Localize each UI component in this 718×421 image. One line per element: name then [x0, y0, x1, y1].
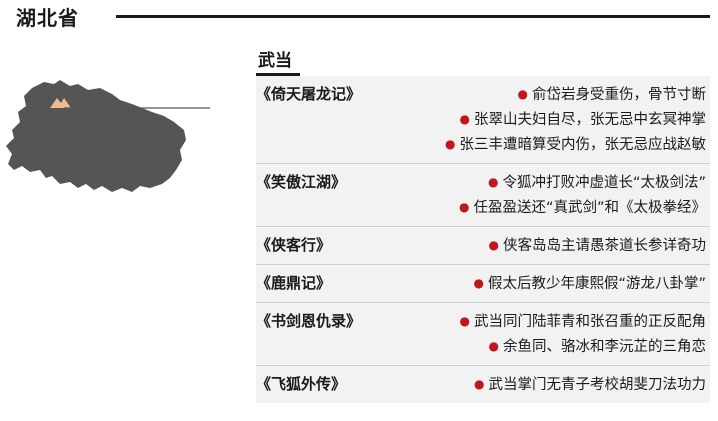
book-row: 《倚天屠龙记》 ● 俞岱岩身受重伤，骨节寸断 ● 张翠山夫妇自尽，张无忌中玄冥神掌 …	[256, 76, 710, 164]
book-title: 《倚天屠龙记》	[256, 85, 362, 103]
event-text: 武当同门陆菲青和张召重的正反配角	[474, 314, 706, 330]
book-row: 《飞狐外传》 ● 武当掌门无青子考校胡斐刀法功力	[256, 366, 710, 403]
event-item: ● 任盈盈送还“真武剑”和《太极拳经》	[459, 195, 706, 220]
event-item: ● 令狐冲打败冲虚道长“太极剑法”	[459, 170, 706, 195]
event-text: 张翠山夫妇自尽，张无忌中玄冥神掌	[474, 112, 706, 128]
event-item: ● 俞岱岩身受重伤，骨节寸断	[445, 82, 706, 107]
book-title: 《鹿鼎记》	[256, 274, 332, 292]
event-text: 武当掌门无青子考校胡斐刀法功力	[488, 377, 707, 393]
event-item: ● 余鱼同、骆冰和李沅芷的三角恋	[460, 334, 706, 359]
bullet-icon: ●	[517, 87, 528, 101]
event-list: ● 令狐冲打败冲虚道长“太极剑法” ● 任盈盈送还“真武剑”和《太极拳经》	[459, 170, 706, 220]
title-rule	[116, 15, 710, 18]
event-text: 任盈盈送还“真武剑”和《太极拳经》	[473, 200, 706, 216]
book-list: 《倚天屠龙记》 ● 俞岱岩身受重伤，骨节寸断 ● 张翠山夫妇自尽，张无忌中玄冥神掌 …	[256, 76, 710, 403]
bullet-icon: ●	[488, 339, 499, 353]
event-list: ● 武当掌门无青子考校胡斐刀法功力	[474, 372, 706, 397]
province-title: 湖北省	[16, 6, 79, 30]
event-text: 侠客岛岛主请愚茶道长参详奇功	[503, 238, 706, 254]
bullet-icon: ●	[445, 137, 456, 151]
book-title: 《笑傲江湖》	[256, 173, 347, 191]
hubei-map	[6, 80, 210, 192]
section-title: 武当	[258, 51, 292, 71]
event-item: ● 武当同门陆菲青和张召重的正反配角	[460, 309, 706, 334]
event-text: 令狐冲打败冲虚道长“太极剑法”	[502, 175, 706, 191]
event-item: ● 张翠山夫妇自尽，张无忌中玄冥神掌	[445, 107, 706, 132]
book-title: 《书剑恩仇录》	[256, 312, 362, 330]
event-text: 俞岱岩身受重伤，骨节寸断	[532, 87, 706, 103]
hubei-province-shape	[6, 80, 186, 192]
event-item: ● 侠客岛岛主请愚茶道长参详奇功	[489, 233, 706, 258]
bullet-icon: ●	[488, 238, 499, 252]
event-item: ● 张三丰遭暗算受内伤，张无忌应战赵敏	[445, 132, 706, 157]
book-row: 《鹿鼎记》 ● 假太后教少年康熙假“游龙八卦掌”	[256, 265, 710, 303]
event-item: ● 武当掌门无青子考校胡斐刀法功力	[474, 372, 706, 397]
book-row: 《笑傲江湖》 ● 令狐冲打败冲虚道长“太极剑法” ● 任盈盈送还“真武剑”和《太极拳…	[256, 164, 710, 227]
event-text: 张三丰遭暗算受内伤，张无忌应战赵敏	[459, 137, 707, 153]
book-row: 《书剑恩仇录》 ● 武当同门陆菲青和张召重的正反配角 ● 余鱼同、骆冰和李沅芷的三角…	[256, 303, 710, 366]
bullet-icon: ●	[474, 377, 485, 391]
bullet-icon: ●	[459, 112, 470, 126]
event-text: 假太后教少年康熙假“游龙八卦掌”	[487, 276, 706, 292]
book-title: 《侠客行》	[256, 236, 332, 254]
bullet-icon: ●	[473, 276, 484, 290]
book-title: 《飞狐外传》	[256, 375, 347, 393]
book-row: 《侠客行》 ● 侠客岛岛主请愚茶道长参详奇功	[256, 227, 710, 265]
event-item: ● 假太后教少年康熙假“游龙八卦掌”	[473, 271, 706, 296]
event-list: ● 武当同门陆菲青和张召重的正反配角 ● 余鱼同、骆冰和李沅芷的三角恋	[460, 309, 706, 359]
bullet-icon: ●	[459, 314, 470, 328]
bullet-icon: ●	[487, 175, 499, 189]
event-text: 余鱼同、骆冰和李沅芷的三角恋	[503, 339, 706, 355]
event-list: ● 假太后教少年康熙假“游龙八卦掌”	[473, 271, 706, 296]
event-list: ● 侠客岛岛主请愚茶道长参详奇功	[489, 233, 706, 258]
event-list: ● 俞岱岩身受重伤，骨节寸断 ● 张翠山夫妇自尽，张无忌中玄冥神掌 ● 张三丰遭暗算受…	[445, 82, 706, 157]
bullet-icon: ●	[458, 200, 470, 214]
